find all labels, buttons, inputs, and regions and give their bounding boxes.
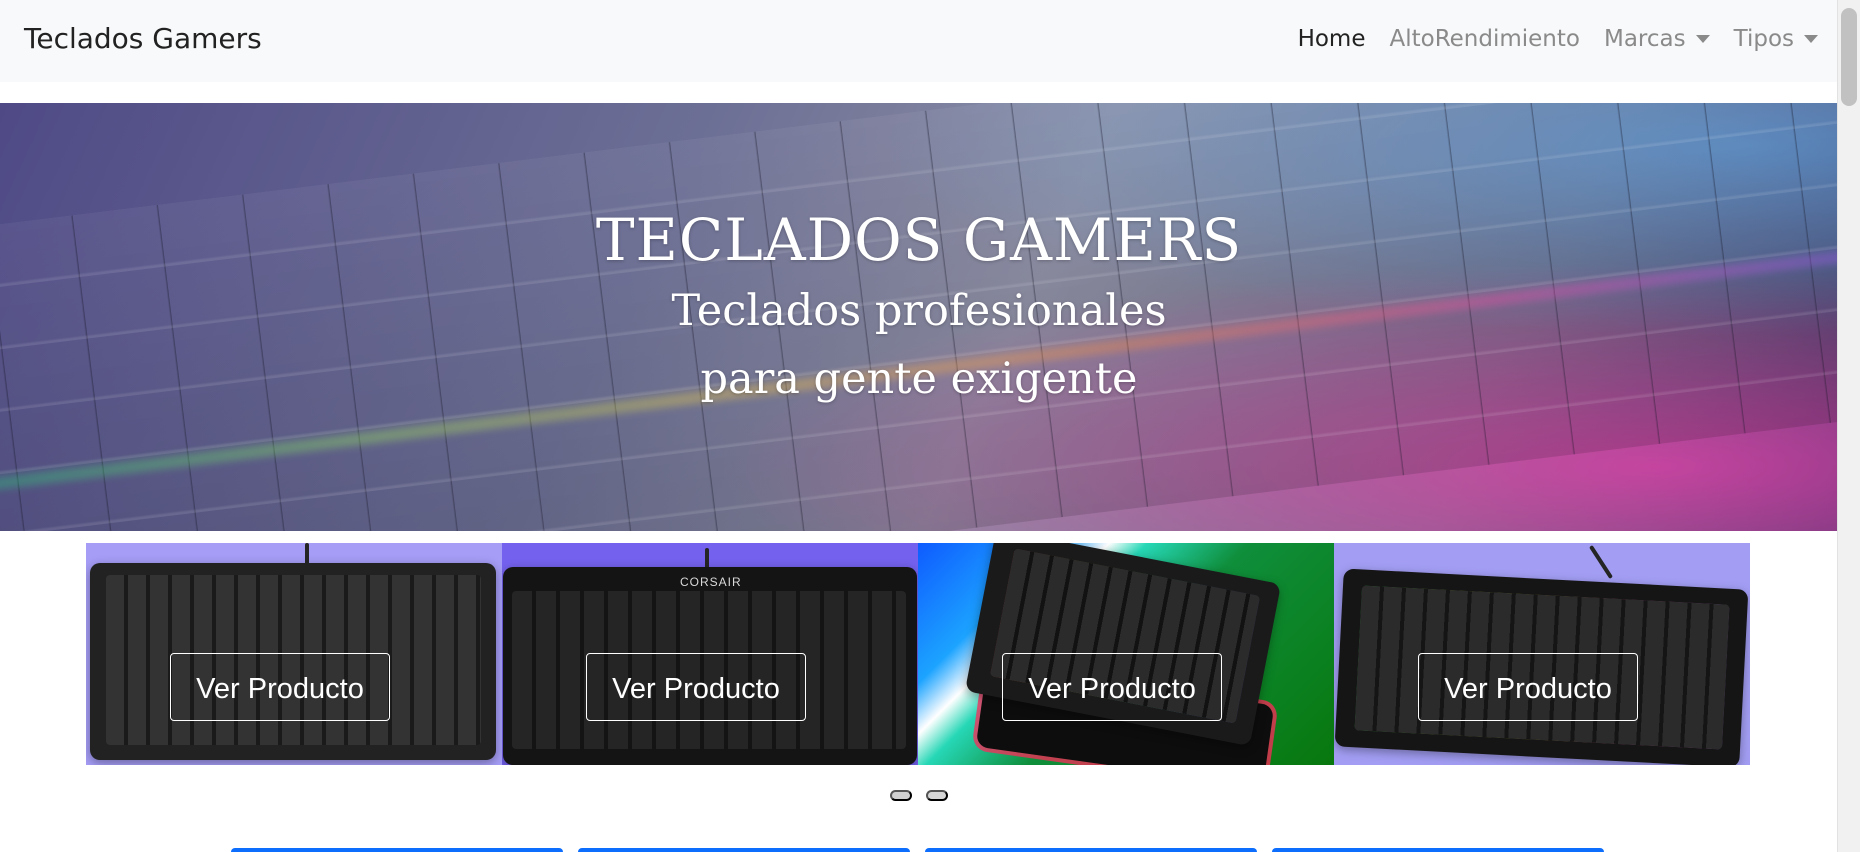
hero-banner: TECLADOS GAMERS Teclados profesionales p…	[0, 103, 1838, 531]
card-preview-1	[231, 848, 563, 852]
navbar-brand[interactable]: Teclados Gamers	[24, 22, 262, 55]
product-card-2: CORSAIR Ver Producto	[502, 543, 918, 765]
nav-tipos-label: Tipos	[1733, 26, 1794, 52]
page: Teclados Gamers Home AltoRendimiento Mar…	[0, 0, 1860, 852]
nav-marcas-dropdown[interactable]: Marcas	[1604, 26, 1710, 52]
hero-title: TECLADOS GAMERS	[595, 206, 1243, 274]
nav-alto-rendimiento-label: AltoRendimiento	[1389, 26, 1580, 52]
view-product-button-4[interactable]: Ver Producto	[1418, 653, 1638, 721]
card-preview-3	[925, 848, 1257, 852]
nav-alto-rendimiento[interactable]: AltoRendimiento	[1389, 26, 1580, 52]
scrollbar-thumb[interactable]	[1841, 8, 1857, 106]
hero-subtitle-line-2: para gente exigente	[700, 354, 1138, 404]
carousel-indicator-2[interactable]	[926, 790, 948, 801]
keyboard-cable	[1588, 544, 1614, 580]
hero-text: TECLADOS GAMERS Teclados profesionales p…	[0, 203, 1838, 413]
product-card-3: Ver Producto	[918, 543, 1334, 765]
product-card-1: Ver Producto	[86, 543, 502, 765]
vertical-scrollbar[interactable]	[1837, 0, 1860, 852]
bottom-cards-preview	[231, 848, 1604, 852]
card-preview-2	[578, 848, 910, 852]
keyboard-brand-logo: CORSAIR	[680, 575, 742, 589]
chevron-down-icon	[1695, 35, 1710, 43]
top-navbar: Teclados Gamers Home AltoRendimiento Mar…	[0, 0, 1838, 82]
main-navigation: Home AltoRendimiento Marcas Tipos	[1298, 26, 1818, 52]
view-product-button-1[interactable]: Ver Producto	[170, 653, 390, 721]
view-product-button-2[interactable]: Ver Producto	[586, 653, 806, 721]
card-preview-4	[1272, 848, 1604, 852]
view-product-button-3[interactable]: Ver Producto	[1002, 653, 1222, 721]
chevron-down-icon	[1804, 35, 1818, 43]
nav-home-label: Home	[1297, 26, 1366, 52]
nav-marcas-label: Marcas	[1603, 26, 1686, 52]
carousel-indicators	[890, 790, 948, 801]
product-card-4: Ver Producto	[1334, 543, 1750, 765]
nav-home[interactable]: Home	[1298, 26, 1366, 52]
nav-tipos-dropdown[interactable]: Tipos	[1734, 26, 1818, 52]
product-carousel: Ver Producto CORSAIR Ver Producto Ver Pr…	[86, 543, 1750, 765]
carousel-indicator-1[interactable]	[890, 790, 912, 801]
hero-subtitle-line-1: Teclados profesionales	[671, 286, 1167, 336]
